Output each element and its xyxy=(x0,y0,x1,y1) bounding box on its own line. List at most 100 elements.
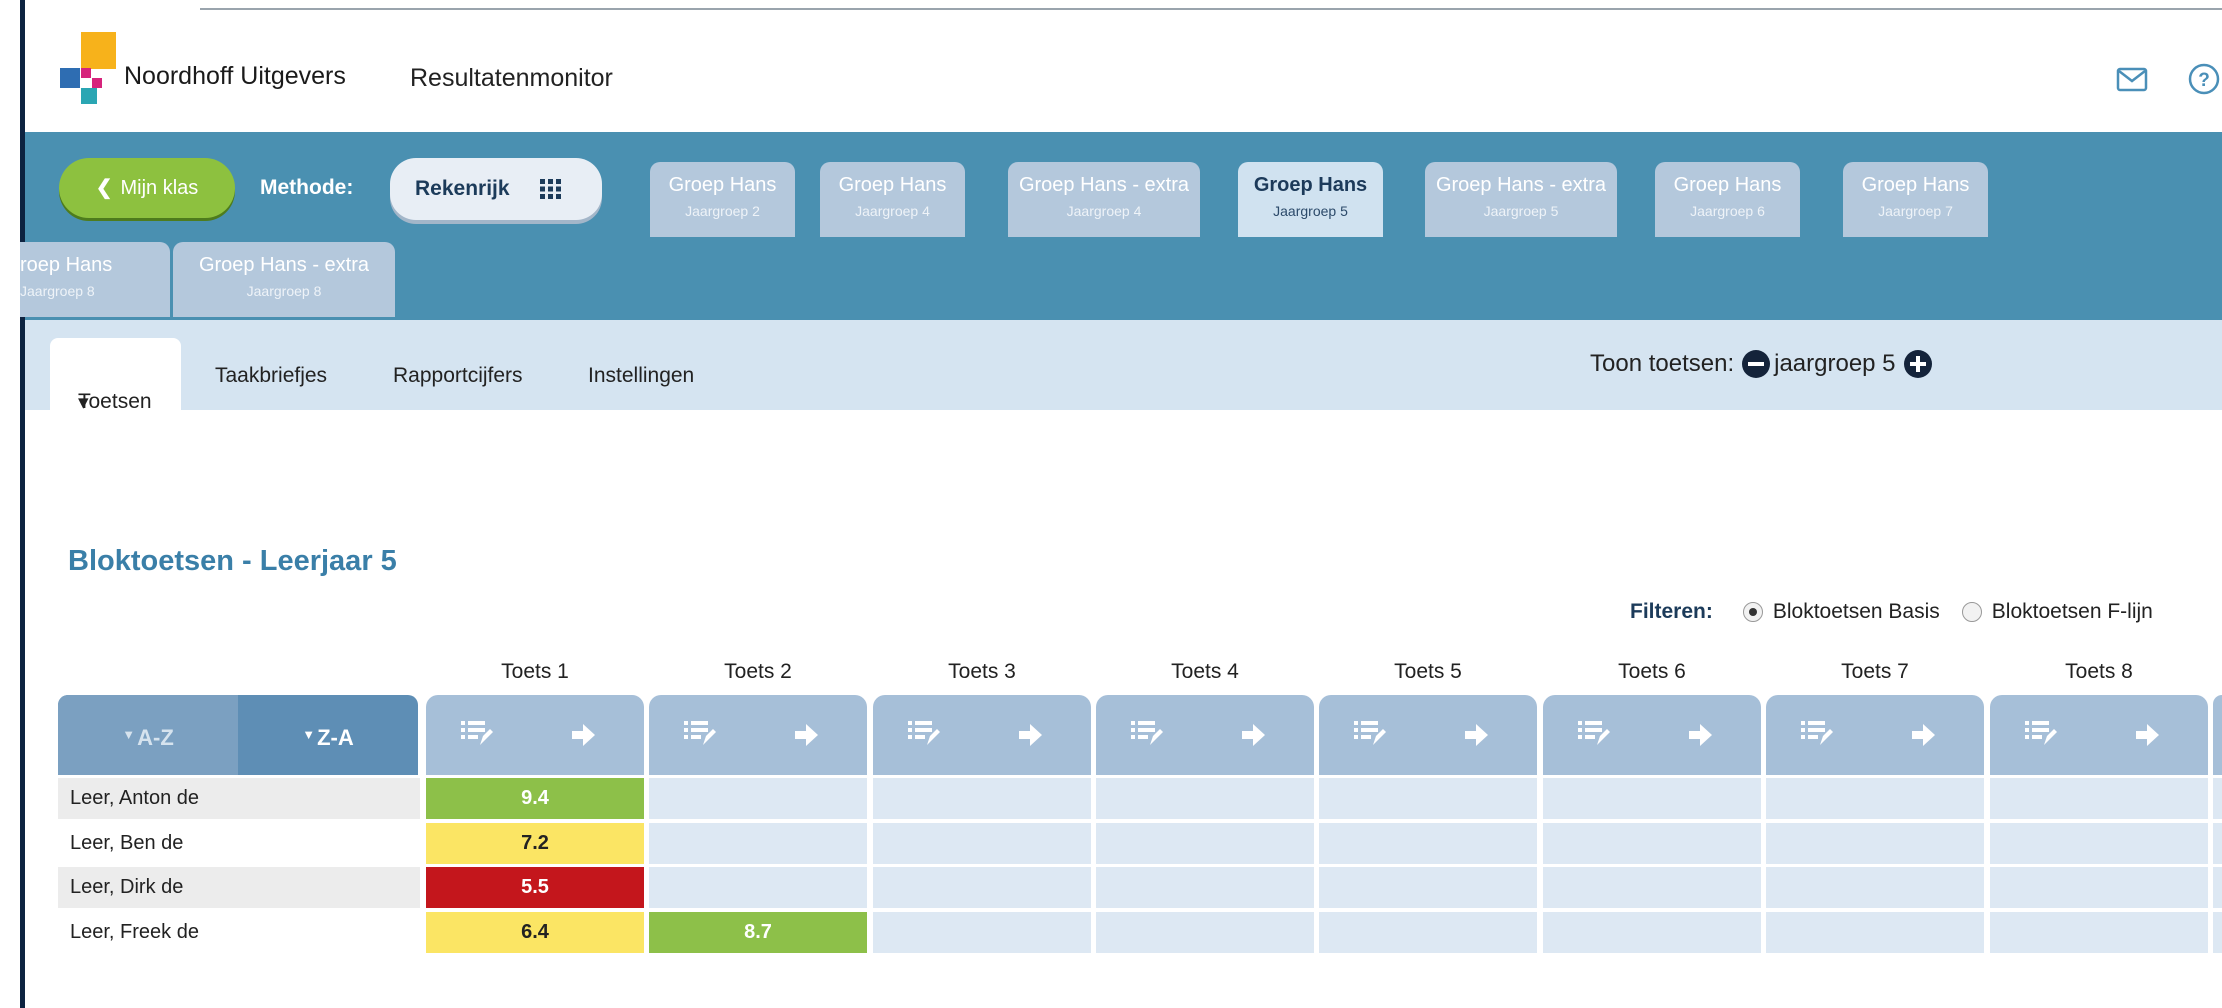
score-cell[interactable] xyxy=(1319,867,1537,908)
toets-header-6 xyxy=(1543,695,1761,775)
score-cell[interactable] xyxy=(1096,867,1314,908)
score-cell-partial xyxy=(2213,778,2222,819)
score-cell[interactable]: 7.2 xyxy=(426,823,644,864)
score-cell[interactable] xyxy=(873,867,1091,908)
score-cell[interactable] xyxy=(1766,823,1984,864)
score-cell[interactable] xyxy=(1096,778,1314,819)
minus-circle-icon[interactable] xyxy=(1742,350,1771,378)
score-cell[interactable] xyxy=(1766,912,1984,953)
arrow-right-icon[interactable] xyxy=(1463,722,1489,748)
score-cell-partial xyxy=(2213,912,2222,953)
score-cell[interactable] xyxy=(1096,823,1314,864)
score-cell[interactable]: 6.4 xyxy=(426,912,644,953)
score-cell[interactable] xyxy=(1319,823,1537,864)
sort-az-button[interactable]: ▼A-Z xyxy=(58,695,238,775)
sort-controls: ▼A-Z ▼Z-A xyxy=(58,695,418,775)
arrow-right-icon[interactable] xyxy=(2134,722,2160,748)
edit-list-icon[interactable] xyxy=(459,717,493,751)
toon-value: jaargroep 5 xyxy=(1774,350,1896,377)
student-name[interactable]: Leer, Anton de xyxy=(58,778,420,819)
score-cell[interactable] xyxy=(1543,912,1761,953)
plus-circle-icon[interactable] xyxy=(1903,350,1932,378)
toets-header-4 xyxy=(1096,695,1314,775)
group-tab-8[interactable]: roep Hans Jaargroep 8 xyxy=(20,242,170,317)
score-cell[interactable] xyxy=(873,823,1091,864)
arrow-right-icon[interactable] xyxy=(1017,722,1043,748)
score-cell[interactable] xyxy=(1319,778,1537,819)
score-cell[interactable] xyxy=(1990,778,2208,819)
group-tab-5[interactable]: Groep Hans - extra Jaargroep 5 xyxy=(1425,162,1617,237)
section-title: Bloktoetsen - Leerjaar 5 xyxy=(68,545,397,577)
radio-bloktoetsen-flijn[interactable] xyxy=(1961,602,1982,622)
filter-option-basis[interactable]: Bloktoetsen Basis xyxy=(1773,600,1940,624)
tab-toetsen[interactable]: Toetsen ▾ xyxy=(50,338,181,414)
arrow-right-icon[interactable] xyxy=(1240,722,1266,748)
edit-list-icon[interactable] xyxy=(1129,717,1163,751)
methode-label: Methode: xyxy=(260,176,354,199)
help-icon[interactable]: ? xyxy=(2187,62,2221,96)
sub-navigation: Toetsen ▾ Taakbriefjes Rapportcijfers In… xyxy=(25,320,2222,414)
column-header: Toets 7 xyxy=(1841,660,1909,683)
edit-list-icon[interactable] xyxy=(682,717,716,751)
score-cell[interactable] xyxy=(1990,867,2208,908)
methode-selector[interactable]: Rekenrijk xyxy=(390,158,602,220)
mijn-klas-button[interactable]: ❮ Mijn klas xyxy=(59,158,235,218)
score-cell[interactable] xyxy=(649,778,867,819)
tab-instellingen[interactable]: Instellingen xyxy=(588,364,694,388)
score-cell[interactable]: 9.4 xyxy=(426,778,644,819)
score-cell[interactable] xyxy=(1766,778,1984,819)
group-tab-7[interactable]: Groep Hans Jaargroep 7 xyxy=(1843,162,1988,237)
triangle-down-icon: ▼ xyxy=(302,727,316,742)
filter-option-flijn[interactable]: Bloktoetsen F-lijn xyxy=(1992,600,2153,624)
tab-rapportcijfers[interactable]: Rapportcijfers xyxy=(393,364,523,388)
score-cell[interactable] xyxy=(873,778,1091,819)
score-cell[interactable] xyxy=(873,912,1091,953)
column-header: Toets 6 xyxy=(1618,660,1686,683)
score-cell[interactable]: 8.7 xyxy=(649,912,867,953)
noordhoff-logo xyxy=(60,32,116,104)
student-name[interactable]: Leer, Dirk de xyxy=(58,867,420,908)
score-cell[interactable] xyxy=(649,867,867,908)
arrow-right-icon[interactable] xyxy=(1910,722,1936,748)
score-cell[interactable] xyxy=(1319,912,1537,953)
score-cell[interactable] xyxy=(649,823,867,864)
score-cell[interactable] xyxy=(1543,823,1761,864)
score-cell[interactable] xyxy=(1766,867,1984,908)
group-tab-4-active[interactable]: Groep Hans Jaargroep 5 xyxy=(1238,162,1383,237)
caret-down-icon: ▾ xyxy=(78,391,89,414)
toets-header-7 xyxy=(1766,695,1984,775)
edit-list-icon[interactable] xyxy=(1352,717,1386,751)
sort-za-button[interactable]: ▼Z-A xyxy=(238,695,418,775)
edit-list-icon[interactable] xyxy=(906,717,940,751)
group-tab-1[interactable]: Groep Hans Jaargroep 2 xyxy=(650,162,795,237)
student-name[interactable]: Leer, Ben de xyxy=(58,823,420,864)
group-tab-3[interactable]: Groep Hans - extra Jaargroep 4 xyxy=(1008,162,1200,237)
arrow-right-icon[interactable] xyxy=(793,722,819,748)
score-cell[interactable] xyxy=(1096,912,1314,953)
student-name[interactable]: Leer, Freek de xyxy=(58,912,420,953)
edit-list-icon[interactable] xyxy=(2023,717,2057,751)
radio-bloktoetsen-basis[interactable] xyxy=(1742,602,1763,622)
edit-list-icon[interactable] xyxy=(1799,717,1833,751)
arrow-right-icon[interactable] xyxy=(1687,722,1713,748)
group-tab-2[interactable]: Groep Hans Jaargroep 4 xyxy=(820,162,965,237)
arrow-right-icon[interactable] xyxy=(570,722,596,748)
score-cell[interactable] xyxy=(1990,823,2208,864)
group-tab-9[interactable]: Groep Hans - extra Jaargroep 8 xyxy=(173,242,395,317)
score-cell[interactable] xyxy=(1543,778,1761,819)
column-header: Toets 5 xyxy=(1394,660,1462,683)
edit-list-icon[interactable] xyxy=(1576,717,1610,751)
column-header: Toets 2 xyxy=(724,660,792,683)
score-cell-partial xyxy=(2213,867,2222,908)
brand-name: Noordhoff Uitgevers xyxy=(124,62,346,90)
toets-header-3 xyxy=(873,695,1091,775)
group-tab-6[interactable]: Groep Hans Jaargroep 6 xyxy=(1655,162,1800,237)
score-cell[interactable] xyxy=(1543,867,1761,908)
mail-icon[interactable] xyxy=(2115,62,2149,96)
column-header: Toets 8 xyxy=(2065,660,2133,683)
app-header: Noordhoff Uitgevers Resultatenmonitor ? xyxy=(25,10,2222,132)
score-cell[interactable]: 5.5 xyxy=(426,867,644,908)
score-cell[interactable] xyxy=(1990,912,2208,953)
tab-taakbriefjes[interactable]: Taakbriefjes xyxy=(215,364,327,388)
triangle-down-icon: ▼ xyxy=(122,727,136,742)
